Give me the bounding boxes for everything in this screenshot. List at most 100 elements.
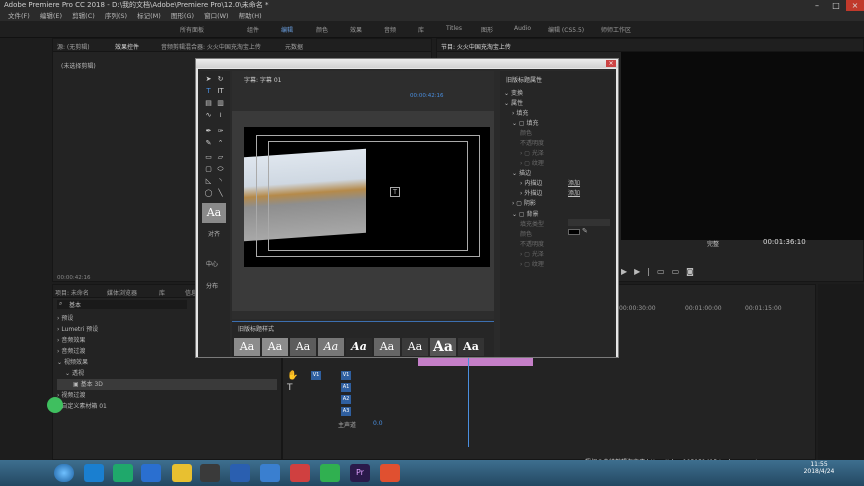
workspace-tab-audio[interactable]: 音频: [384, 25, 396, 34]
area-type-tool-icon[interactable]: ▤: [204, 99, 213, 108]
tree-item-basic-3d[interactable]: ▣ 基本 3D: [57, 379, 277, 390]
workspace-tab-libraries[interactable]: 库: [418, 25, 424, 34]
rectangle-tool-icon[interactable]: ▭: [204, 153, 213, 162]
premiere-pro-icon[interactable]: Pr: [350, 464, 370, 482]
master-volume[interactable]: 0.0: [373, 420, 383, 427]
add-anchor-tool-icon[interactable]: ✎: [204, 139, 213, 148]
workspace-tab-custom[interactable]: 师师工作区: [601, 25, 631, 34]
workspace-tab-editing[interactable]: 编辑: [281, 25, 293, 34]
dialog-titlebar[interactable]: [196, 59, 618, 68]
taskbar-app-icon[interactable]: [290, 464, 310, 482]
track-a3[interactable]: A3: [341, 407, 351, 416]
style-swatch[interactable]: Aa: [290, 338, 316, 356]
wedge-tool-icon[interactable]: ◺: [204, 177, 213, 186]
track-a2[interactable]: A2: [341, 395, 351, 404]
timeline-ruler[interactable]: 00:00:30:00 00:01:00:00 00:01:15:00: [615, 305, 815, 313]
prop-fill-toggle[interactable]: ⌄ ▢ 填充: [512, 118, 539, 127]
floating-badge-icon[interactable]: [47, 397, 63, 413]
convert-anchor-tool-icon[interactable]: ⌃: [216, 139, 225, 148]
workspace-tab-assembly[interactable]: 组件: [247, 25, 259, 34]
workspace-tab-audio-en[interactable]: Audio: [514, 25, 531, 32]
step-forward-icon[interactable]: ▶|: [634, 267, 657, 276]
rotate-tool-icon[interactable]: ↻: [216, 75, 225, 84]
title-timecode[interactable]: 00:00:42:16: [410, 93, 444, 99]
rounded-rect-tool-icon[interactable]: ▢: [204, 165, 213, 174]
workspace-tab-all[interactable]: 所有面板: [180, 25, 204, 34]
ellipse-tool-icon[interactable]: ◯: [204, 189, 213, 198]
menu-sequence[interactable]: 序列(S): [105, 12, 127, 20]
type-tool-icon[interactable]: T: [204, 87, 213, 96]
bg-color-swatch[interactable]: [568, 229, 580, 235]
line-tool-icon[interactable]: ╲: [216, 189, 225, 198]
camera-icon[interactable]: ◙: [686, 267, 701, 276]
close-icon[interactable]: ×: [846, 0, 864, 11]
inner-stroke-add-link[interactable]: 添加: [568, 178, 580, 187]
clock[interactable]: 11:55 2018/4/24: [784, 461, 854, 475]
style-swatch[interactable]: Aa: [346, 338, 372, 356]
workspace-tab-editing-cs55[interactable]: 编辑 (CS5.5): [548, 25, 584, 34]
word-icon[interactable]: [230, 464, 250, 482]
menu-graphics[interactable]: 图形(G): [171, 12, 194, 20]
effects-search-input[interactable]: ⌕ 基本: [57, 300, 187, 309]
tree-item-video-effects[interactable]: ⌄ 视频效果: [57, 357, 277, 368]
prop-fill[interactable]: › 填充: [512, 108, 528, 117]
delete-anchor-tool-icon[interactable]: ✑: [216, 127, 225, 136]
menu-clip[interactable]: 剪辑(C): [72, 12, 95, 20]
tab-media-browser[interactable]: 媒体浏览器: [107, 288, 137, 297]
title-tab[interactable]: 字幕: 字幕 01: [244, 75, 281, 84]
tab-metadata[interactable]: 元数据: [285, 42, 303, 51]
vertical-type-tool-icon[interactable]: IT: [216, 87, 225, 96]
title-canvas[interactable]: T: [244, 127, 490, 267]
taskbar-app-icon[interactable]: [260, 464, 280, 482]
tab-source[interactable]: 源: (无剪辑): [57, 42, 90, 51]
folder-icon[interactable]: [172, 464, 192, 482]
menu-file[interactable]: 文件(F): [8, 12, 30, 20]
tree-item-video-transitions[interactable]: › 视频过渡: [57, 390, 277, 401]
taskbar-app-icon[interactable]: [380, 464, 400, 482]
track-target-v1[interactable]: V1: [311, 371, 321, 380]
vertical-area-type-icon[interactable]: ▥: [216, 99, 225, 108]
taskbar-app-icon[interactable]: [113, 464, 133, 482]
track-v1[interactable]: V1: [341, 371, 351, 380]
dialog-close-icon[interactable]: ×: [606, 60, 616, 67]
menu-help[interactable]: 帮助(H): [239, 12, 262, 20]
hand-tool-icon[interactable]: ✋: [287, 371, 298, 381]
prop-transform[interactable]: ⌄ 变换: [504, 88, 523, 97]
workspace-tab-effects[interactable]: 效果: [350, 25, 362, 34]
tab-project[interactable]: 项目: 未命名: [55, 288, 89, 297]
program-viewer[interactable]: [621, 52, 864, 240]
rounded-corner-rect-icon[interactable]: ⬭: [216, 165, 225, 174]
minimize-icon[interactable]: –: [808, 0, 826, 11]
taskbar-app-icon[interactable]: [141, 464, 161, 482]
taskbar-app-icon[interactable]: [320, 464, 340, 482]
prop-background[interactable]: ⌄ ▢ 背景: [512, 209, 539, 218]
clipped-corner-rect-icon[interactable]: ▱: [216, 153, 225, 162]
style-swatch[interactable]: Aa: [402, 338, 428, 356]
workspace-tab-titles[interactable]: Titles: [446, 25, 462, 32]
style-swatch[interactable]: Aa: [430, 338, 456, 356]
workspace-tab-graphics[interactable]: 图形: [481, 25, 493, 34]
playhead[interactable]: [468, 355, 469, 447]
tab-libraries[interactable]: 库: [159, 288, 165, 297]
menu-edit[interactable]: 编辑(E): [40, 12, 62, 20]
workspace-tab-color[interactable]: 颜色: [316, 25, 328, 34]
style-swatch[interactable]: Aa: [262, 338, 288, 356]
menu-marker[interactable]: 标记(M): [137, 12, 161, 20]
tree-item-custom-bin[interactable]: › 自定义素材箱 01: [57, 401, 277, 412]
overwrite-icon[interactable]: ▭: [672, 267, 687, 276]
arc-tool-icon[interactable]: ◝: [216, 177, 225, 186]
eyedropper-icon[interactable]: ✎: [582, 227, 588, 235]
vertical-path-type-icon[interactable]: ≀: [216, 111, 225, 120]
start-button-icon[interactable]: [54, 464, 74, 482]
taskbar-app-icon[interactable]: [200, 464, 220, 482]
style-swatch[interactable]: Aa: [458, 338, 484, 356]
selection-tool-icon[interactable]: ➤: [204, 75, 213, 84]
quality-select[interactable]: 完整: [707, 239, 719, 248]
style-swatch[interactable]: Aa: [318, 338, 344, 356]
tree-item-perspective[interactable]: ⌄ 透视: [57, 368, 277, 379]
prop-properties[interactable]: ⌄ 属性: [504, 98, 523, 107]
transport-controls[interactable]: ▶▶|▭▭◙: [621, 267, 801, 279]
type-tool-icon[interactable]: T: [287, 383, 293, 393]
menu-window[interactable]: 窗口(W): [204, 12, 229, 20]
tab-audio-mixer[interactable]: 音频剪辑混合器: 火火中国充淘宝上传: [161, 42, 261, 51]
